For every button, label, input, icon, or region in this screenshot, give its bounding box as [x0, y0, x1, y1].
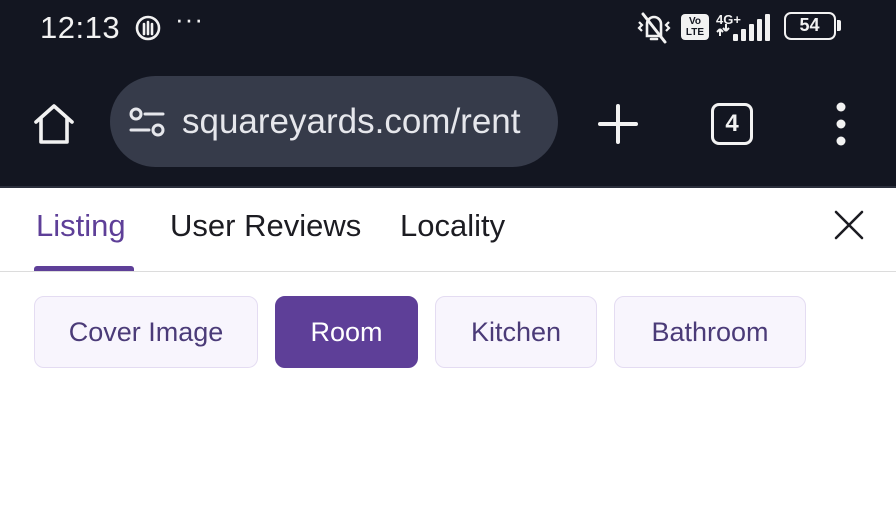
status-bar: 12:13 ··· Vo LTE 4G+ 54 [0, 0, 896, 56]
battery-level: 54 [799, 15, 820, 35]
status-more-icon: ··· [175, 4, 204, 34]
chip-bathroom[interactable]: Bathroom [614, 296, 806, 368]
tab-user-reviews[interactable]: User Reviews [170, 208, 361, 244]
page-tab-bar: Listing User Reviews Locality [0, 188, 896, 272]
tune-icon[interactable] [128, 105, 166, 139]
status-time: 12:13 [40, 10, 121, 45]
tab-locality[interactable]: Locality [400, 208, 505, 244]
app-notification-icon [135, 15, 161, 41]
more-vert-icon[interactable] [826, 100, 856, 148]
signal-icon [716, 14, 770, 41]
chip-cover-image[interactable]: Cover Image [34, 296, 258, 368]
volte-badge: Vo LTE [681, 14, 709, 40]
browser-toolbar: squareyards.com/rent 4 [0, 56, 896, 186]
tab-switcher-button[interactable]: 4 [711, 103, 753, 145]
home-icon[interactable] [28, 98, 80, 150]
chip-room[interactable]: Room [275, 296, 418, 368]
url-text[interactable]: squareyards.com/rent [182, 102, 544, 142]
plus-icon[interactable] [594, 100, 642, 148]
battery-icon: 54 [784, 12, 836, 40]
close-icon[interactable] [832, 208, 866, 242]
battery-tip [837, 20, 841, 31]
active-tab-indicator [34, 266, 134, 271]
tab-listing[interactable]: Listing [36, 208, 126, 244]
address-bar[interactable]: squareyards.com/rent [110, 76, 558, 167]
chip-kitchen[interactable]: Kitchen [435, 296, 597, 368]
vibrate-off-icon [637, 12, 671, 44]
